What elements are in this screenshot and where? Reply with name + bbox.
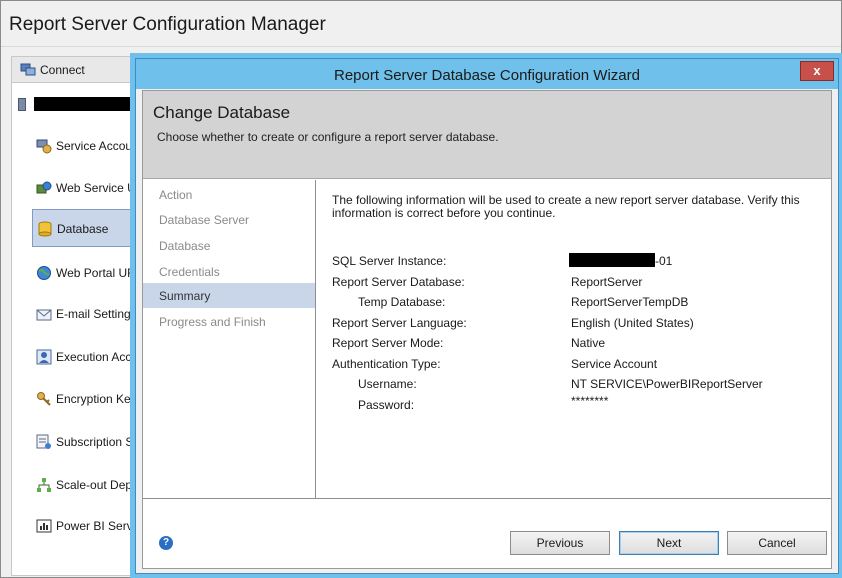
step-label: Credentials — [159, 265, 220, 279]
nav-item-label: E-mail Settings — [56, 307, 137, 321]
connect-label: Connect — [40, 63, 85, 77]
page-subtitle: Choose whether to create or configure a … — [157, 130, 499, 144]
auth-type-value: Service Account — [571, 357, 658, 371]
summary-intro: The following information will be used t… — [332, 193, 800, 220]
wizard-title: Report Server Database Configuration Wiz… — [334, 67, 640, 84]
web-service-icon — [36, 181, 52, 194]
nav-item-label: Service Account — [56, 139, 143, 153]
footer-divider — [143, 498, 831, 499]
wizard-body: Change Database Choose whether to create… — [142, 90, 832, 569]
step-action: Action — [143, 182, 315, 207]
step-label: Progress and Finish — [159, 315, 266, 329]
main-title-bar: Report Server Configuration Manager — [1, 1, 841, 47]
close-icon: x — [813, 63, 821, 78]
password-label: Password: — [358, 398, 415, 412]
wizard-title-bar[interactable]: Report Server Database Configuration Wiz… — [136, 59, 838, 89]
database-icon — [38, 221, 52, 237]
user-icon — [36, 349, 52, 365]
page-title: Change Database — [153, 103, 291, 122]
next-button[interactable]: Next — [619, 531, 719, 555]
step-database-server: Database Server — [143, 207, 315, 232]
database-wizard-dialog: Report Server Database Configuration Wiz… — [135, 58, 839, 574]
redacted-server-name — [34, 97, 130, 111]
email-icon — [36, 309, 52, 321]
step-credentials: Credentials — [143, 259, 315, 284]
service-account-icon — [36, 139, 52, 154]
globe-icon — [37, 266, 51, 280]
nav-item-label: Encryption Keys — [56, 392, 143, 406]
redacted-sql-instance — [569, 253, 655, 267]
step-summary: Summary — [143, 283, 315, 308]
db-value: ReportServer — [571, 275, 643, 289]
close-button[interactable]: x — [800, 61, 834, 81]
language-value: English (United States) — [571, 316, 694, 330]
subscription-icon — [36, 434, 51, 449]
key-icon — [37, 392, 51, 406]
nav-item-label: Database — [57, 222, 109, 236]
help-icon[interactable]: ? — [159, 536, 173, 550]
db-label: Report Server Database: — [332, 275, 465, 289]
server-icon — [18, 98, 26, 111]
summary-panel: The following information will be used t… — [317, 180, 831, 498]
main-window-title: Report Server Configuration Manager — [9, 14, 326, 35]
sql-instance-suffix: -01 — [655, 254, 673, 268]
language-label: Report Server Language: — [332, 316, 467, 330]
temp-db-value: ReportServerTempDB — [571, 295, 689, 309]
step-database: Database — [143, 233, 315, 258]
nav-item-label: Web Portal URL — [56, 266, 143, 280]
step-label: Database — [159, 239, 211, 253]
temp-db-label: Temp Database: — [358, 295, 446, 309]
step-label: Summary — [159, 289, 211, 303]
wizard-header: Change Database Choose whether to create… — [143, 91, 831, 179]
network-icon — [37, 478, 51, 492]
wizard-steps: Action Database Server Database Credenti… — [143, 180, 316, 498]
connect-icon — [20, 63, 36, 76]
previous-button[interactable]: Previous — [510, 531, 610, 555]
password-value: ******** — [571, 394, 609, 408]
chart-icon — [36, 519, 52, 533]
mode-value: Native — [571, 336, 606, 350]
username-value: NT SERVICE\PowerBIReportServer — [571, 377, 763, 391]
sql-instance-label: SQL Server Instance: — [332, 254, 447, 268]
help-glyph: ? — [162, 537, 170, 548]
username-label: Username: — [358, 377, 417, 391]
step-label: Action — [159, 188, 193, 202]
auth-type-label: Authentication Type: — [332, 357, 441, 371]
cancel-button[interactable]: Cancel — [727, 531, 827, 555]
mode-label: Report Server Mode: — [332, 336, 444, 350]
step-progress-and-finish: Progress and Finish — [143, 309, 315, 334]
step-label: Database Server — [159, 213, 250, 227]
